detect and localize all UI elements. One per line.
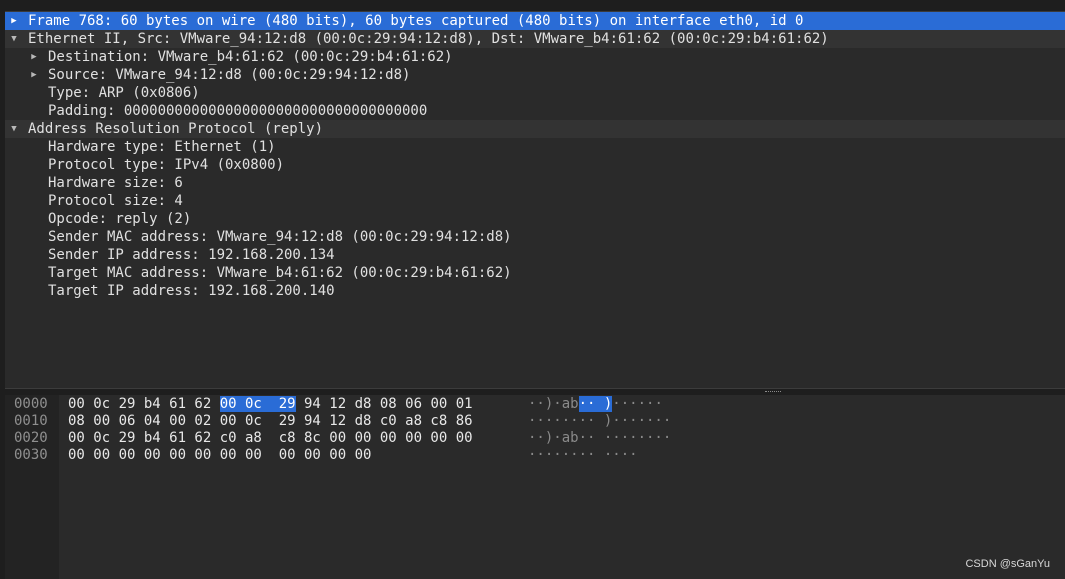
ascii-group[interactable]: ··)·ab·· ········	[528, 430, 671, 446]
hex-offset: 0010	[14, 413, 48, 429]
tree-row[interactable]: Hardware size: 6	[5, 174, 1065, 192]
expanded-arrow-icon[interactable]: ▼	[9, 120, 19, 138]
tree-row[interactable]: Target MAC address: VMware_b4:61:62 (00:…	[5, 264, 1065, 282]
tree-row-label: Hardware type: Ethernet (1)	[48, 139, 276, 155]
tree-row[interactable]: ▶ Frame 768: 60 bytes on wire (480 bits),…	[5, 12, 1065, 30]
collapsed-arrow-icon[interactable]: ▶	[29, 48, 39, 66]
tree-row-label: Type: ARP (0x0806)	[48, 85, 200, 101]
tree-row-label: Padding: 0000000000000000000000000000000…	[48, 103, 428, 119]
tree-row-label: Opcode: reply (2)	[48, 211, 192, 227]
expanded-arrow-icon[interactable]: ▼	[9, 30, 19, 48]
ascii-group[interactable]: ········ )·······	[528, 413, 671, 429]
hex-byte-group[interactable]: 00 0c 29 b4 61 62 c0 a8 c8 8c 00 00 00 0…	[68, 430, 473, 446]
ascii-dump[interactable]: ··)·ab·· ········	[528, 430, 671, 447]
tree-row-label: Ethernet II, Src: VMware_94:12:d8 (00:0c…	[28, 31, 829, 47]
packet-details-pane[interactable]: ▶ Frame 768: 60 bytes on wire (480 bits),…	[5, 11, 1065, 389]
hex-offset: 0000	[14, 396, 48, 412]
tree-row-label: Source: VMware_94:12:d8 (00:0c:29:94:12:…	[48, 67, 411, 83]
hex-offset: 0030	[14, 447, 48, 463]
hex-byte-group[interactable]: 00 0c 29 b4 61 62	[68, 396, 220, 412]
splitter-grip-icon[interactable]	[765, 391, 781, 394]
tree-row-label: Protocol size: 4	[48, 193, 183, 209]
ascii-group[interactable]: ········ ····	[528, 447, 638, 463]
tree-row-label: Sender IP address: 192.168.200.134	[48, 247, 335, 263]
ascii-dump[interactable]: ··)·ab·· )······	[528, 396, 663, 413]
tree-row[interactable]: Sender IP address: 192.168.200.134	[5, 246, 1065, 264]
hex-bytes[interactable]: 08 00 06 04 00 02 00 0c 29 94 12 d8 c0 a…	[68, 413, 473, 430]
tree-row-label: Target IP address: 192.168.200.140	[48, 283, 335, 299]
tree-row[interactable]: Target IP address: 192.168.200.140	[5, 282, 1065, 300]
ascii-dump[interactable]: ········ )·······	[528, 413, 671, 430]
ascii-dump[interactable]: ········ ····	[528, 447, 638, 464]
tree-row[interactable]: ▼ Address Resolution Protocol (reply)	[5, 120, 1065, 138]
tree-row-label: Destination: VMware_b4:61:62 (00:0c:29:b…	[48, 49, 453, 65]
collapsed-arrow-icon[interactable]: ▶	[9, 12, 19, 30]
tree-row[interactable]: Hardware type: Ethernet (1)	[5, 138, 1065, 156]
hex-byte-group[interactable]: 94 12 d8 08 06 00 01	[296, 396, 473, 412]
tree-row[interactable]: ▶ Source: VMware_94:12:d8 (00:0c:29:94:12…	[5, 66, 1065, 84]
packet-bytes-pane[interactable]: 0000 00 0c 29 b4 61 62 00 0c 29 94 12 d8 …	[5, 395, 1065, 579]
tree-row-label: Target MAC address: VMware_b4:61:62 (00:…	[48, 265, 512, 281]
tree-row[interactable]: Protocol type: IPv4 (0x0800)	[5, 156, 1065, 174]
tree-row-label: Hardware size: 6	[48, 175, 183, 191]
ascii-group[interactable]: ··)·ab	[528, 396, 579, 412]
tree-row-label: Address Resolution Protocol (reply)	[28, 121, 324, 137]
highlighted-hex-bytes[interactable]: 00 0c 29	[219, 396, 296, 412]
tree-row[interactable]: Padding: 0000000000000000000000000000000…	[5, 102, 1065, 120]
tree-row[interactable]: Opcode: reply (2)	[5, 210, 1065, 228]
tree-row-label: Protocol type: IPv4 (0x0800)	[48, 157, 285, 173]
tree-row[interactable]: Sender MAC address: VMware_94:12:d8 (00:…	[5, 228, 1065, 246]
tree-row[interactable]: ▼ Ethernet II, Src: VMware_94:12:d8 (00:0…	[5, 30, 1065, 48]
tree-row-label: Frame 768: 60 bytes on wire (480 bits), …	[28, 13, 804, 29]
tree-row[interactable]: Protocol size: 4	[5, 192, 1065, 210]
hex-offset: 0020	[14, 430, 48, 446]
ascii-group[interactable]: ······	[612, 396, 663, 412]
watermark: CSDN @sGanYu	[965, 558, 1050, 570]
tree-row[interactable]: ▶ Destination: VMware_b4:61:62 (00:0c:29:…	[5, 48, 1065, 66]
tree-row-label: Sender MAC address: VMware_94:12:d8 (00:…	[48, 229, 512, 245]
highlighted-ascii[interactable]: ·· )	[578, 396, 613, 412]
hex-bytes[interactable]: 00 0c 29 b4 61 62 00 0c 29 94 12 d8 08 0…	[68, 396, 473, 413]
hex-bytes[interactable]: 00 0c 29 b4 61 62 c0 a8 c8 8c 00 00 00 0…	[68, 430, 473, 447]
collapsed-arrow-icon[interactable]: ▶	[29, 66, 39, 84]
hex-byte-group[interactable]: 08 00 06 04 00 02 00 0c 29 94 12 d8 c0 a…	[68, 413, 473, 429]
tree-row[interactable]: Type: ARP (0x0806)	[5, 84, 1065, 102]
hex-bytes[interactable]: 00 00 00 00 00 00 00 00 00 00 00 00	[68, 447, 371, 464]
hex-byte-group[interactable]: 00 00 00 00 00 00 00 00 00 00 00 00	[68, 447, 371, 463]
